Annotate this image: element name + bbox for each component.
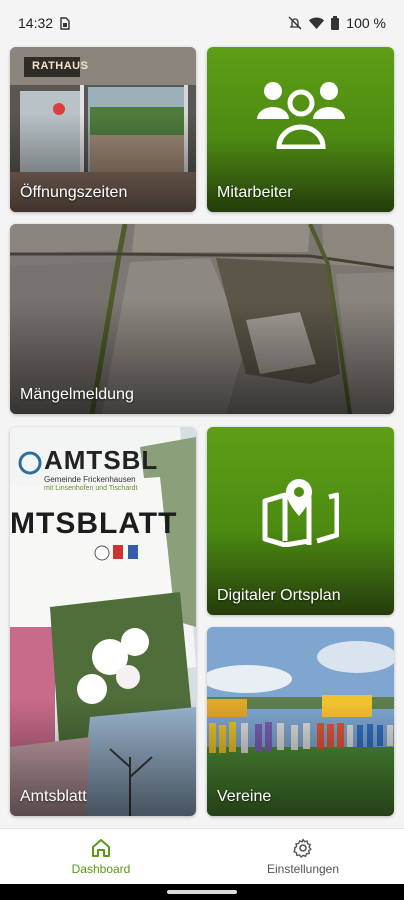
map-pin-icon: [262, 479, 339, 547]
wifi-icon: [309, 17, 325, 29]
amtsblatt-masthead-main: MTSBLATT: [10, 507, 178, 540]
tile-label: Mängelmeldung: [20, 386, 134, 403]
gear-icon: [293, 838, 312, 858]
nav-dashboard-label: Dashboard: [71, 862, 131, 876]
nav-dashboard[interactable]: Dashboard: [0, 829, 202, 885]
rathaus-sign: RATHAUS: [32, 60, 89, 72]
tile-vereine[interactable]: Vereine: [207, 627, 394, 816]
battery-level: 100 %: [346, 15, 386, 31]
nav-settings[interactable]: Einstellungen: [202, 829, 404, 885]
tile-label: Öffnungszeiten: [20, 184, 128, 201]
tile-digitaler-ortsplan[interactable]: Digitaler Ortsplan: [207, 427, 394, 615]
gemeinde-line1: Gemeinde Frickenhausen: [44, 475, 136, 484]
battery-icon: [331, 16, 340, 30]
tile-label: Mitarbeiter: [217, 184, 293, 201]
tile-amtsblatt[interactable]: AMTSBL Gemeinde Frickenhausen mit Linsen…: [10, 427, 196, 816]
clock: 14:32: [18, 15, 54, 31]
bottom-navigation: Dashboard Einstellungen: [0, 828, 404, 885]
home-icon: [92, 839, 110, 857]
status-left: 14:32: [18, 15, 70, 31]
amtsblatt-masthead-top: AMTSBL: [44, 445, 159, 475]
nav-settings-label: Einstellungen: [266, 862, 340, 876]
tile-maengelmeldung[interactable]: Mängelmeldung: [10, 224, 394, 414]
gemeinde-line2: mit Linsenhofen und Tischardt: [44, 485, 138, 492]
tile-mitarbeiter[interactable]: Mitarbeiter: [207, 47, 394, 212]
people-icon: [257, 82, 345, 149]
tile-oeffnungszeiten[interactable]: RATHAUS Öffnungszeiten: [10, 47, 196, 212]
tile-label: Vereine: [217, 788, 272, 805]
tile-label: Digitaler Ortsplan: [217, 587, 341, 604]
mute-icon: [288, 16, 302, 30]
status-right: 100 %: [288, 15, 386, 31]
status-bar: 14:32 100 %: [0, 0, 404, 46]
sim-icon: [60, 16, 70, 30]
tile-label: Amtsblatt: [20, 788, 87, 805]
home-gesture-pill[interactable]: [167, 890, 237, 894]
